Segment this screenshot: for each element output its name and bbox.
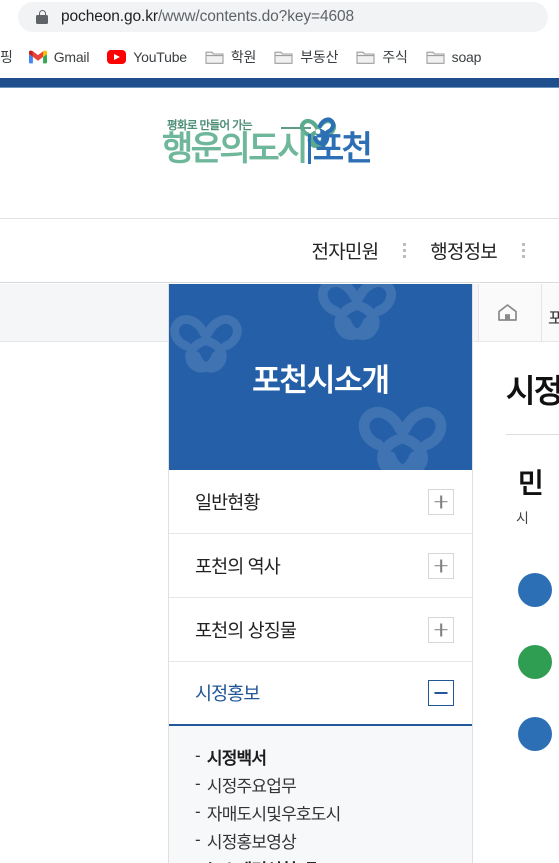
folder-icon [274,50,293,65]
home-icon [497,303,518,322]
page-viewport: 평화로 만들어 가는 행운의도시 포천 전자민원 행정정보 포 시정 민 시 포… [0,78,559,863]
title-rule [506,434,559,435]
collapse-minus-icon[interactable] [428,680,454,706]
folder-icon [205,50,224,65]
sidebar-item-history[interactable]: 포천의 역사 [169,534,472,598]
site-header: 평화로 만들어 가는 행운의도시 포천 [0,96,559,218]
gmail-icon [28,50,47,64]
bookmark-item[interactable]: 학원 [205,44,256,70]
sidebar-item-label: 일반현황 [195,491,260,513]
submenu-item-main-tasks[interactable]: - 시정주요업무 [169,770,472,798]
logo-wordmark: 행운의도시 포천 [162,130,373,168]
submenu-item-label: 시정주요업무 [206,776,297,796]
sidebar: 포천시소개 일반현황 포천의 역사 포천의 상징물 시정홍보 - 시정백서 - [168,284,473,863]
left-gutter [0,342,168,863]
nav-item-minwon[interactable]: 전자민원 [312,237,380,264]
logo-name-green: 행운의도시 [162,130,308,168]
list-item [478,698,559,770]
submenu-item-pr-video[interactable]: - 시정홍보영상 [169,826,472,854]
submenu-item-whitepaper[interactable]: - 시정백서 [169,742,472,770]
sidebar-item-symbols[interactable]: 포천의 상징물 [169,598,472,662]
bookmark-item[interactable]: soap [426,44,482,70]
bullet-dot-icon [518,717,552,751]
bookmark-label: 학원 [230,49,257,65]
breadcrumb-divider [541,284,542,342]
section-heading: 민 [518,468,544,499]
breadcrumb-item[interactable]: 포 [548,304,559,329]
sidebar-item-pr[interactable]: 시정홍보 [169,662,472,726]
bookmark-item[interactable]: 부동산 [274,44,338,70]
submenu-item-label: 시정홍보영상 [206,832,297,852]
sidebar-submenu: - 시정백서 - 시정주요업무 - 자매도시및우호도시 - 시정홍보영상 - 뉴… [169,726,472,863]
site-top-band [0,78,559,88]
list-item [478,626,559,698]
list-item [478,554,559,626]
nav-item-info[interactable]: 행정정보 [430,237,498,264]
sidebar-header: 포천시소개 [169,284,472,470]
url-text: pocheon.go.kr/www/contents.do?key=4608 [61,8,354,26]
sidebar-item-label: 포천의 역사 [195,555,281,577]
dash-icon: - [195,746,201,765]
dash-icon: - [195,802,201,821]
breadcrumb-home[interactable] [478,284,559,342]
submenu-item-label: 뉴스레터신청 [207,856,297,863]
section-description: 시 [516,510,529,526]
sidebar-item-general[interactable]: 일반현황 [169,470,472,534]
bookmark-item[interactable]: YouTube [107,44,187,70]
submenu-item-label: 시정백서 [206,748,267,768]
logo-name-blue: 포천 [312,130,373,168]
site-logo[interactable]: 평화로 만들어 가는 행운의도시 포천 [162,106,377,206]
bullet-dot-icon [518,645,552,679]
dash-icon: - [195,858,201,863]
nav-separator-dots [378,243,430,258]
bookmark-label: 부동산 [300,49,339,65]
folder-icon [356,50,375,65]
bookmark-label: soap [451,49,482,65]
sidebar-title: 포천시소개 [252,362,390,398]
browser-chrome: pocheon.go.kr/www/contents.do?key=4608 핑… [0,0,559,78]
youtube-icon [107,50,127,64]
expand-plus-icon[interactable] [428,552,454,579]
lock-icon [36,10,48,24]
submenu-item-sister-cities[interactable]: - 자매도시및우호도시 [169,798,472,826]
url-path: /www/contents.do?key=4608 [157,8,355,25]
content-area: 시정 민 시 [478,342,559,863]
dash-icon: - [195,830,201,849]
url-host: pocheon.go.kr [61,8,158,25]
page-title: 시정 [506,373,559,409]
bookmark-label: 핑 [0,49,13,65]
sidebar-item-label: 포천의 상징물 [195,619,297,641]
bookmark-item[interactable]: Gmail [28,44,90,70]
nav-separator-dots [497,243,549,258]
bookmark-label: YouTube [133,49,187,65]
sidebar-item-label: 시정홍보 [195,683,260,704]
bullet-dot-icon [518,573,552,607]
bookmarks-bar: 핑 Gmail YouTube 학원 부동산 주식 soap [0,40,559,74]
bookmark-label: Gmail [53,49,90,65]
global-nav: 전자민원 행정정보 [0,218,559,283]
folder-icon [426,50,445,65]
expand-plus-icon[interactable] [428,488,454,515]
expand-plus-icon[interactable] [428,616,454,643]
address-bar[interactable]: pocheon.go.kr/www/contents.do?key=4608 [18,2,548,32]
submenu-item-newsletter[interactable]: - 뉴스레터신청 [169,854,472,863]
bookmark-item[interactable]: 핑 [0,44,13,70]
bookmark-item[interactable]: 주식 [356,44,408,70]
bullet-list [478,554,559,770]
bookmark-label: 주식 [382,49,408,65]
clover-watermark-icon [170,315,242,373]
dash-icon: - [195,774,201,793]
submenu-item-label: 자매도시및우호도시 [206,804,341,824]
